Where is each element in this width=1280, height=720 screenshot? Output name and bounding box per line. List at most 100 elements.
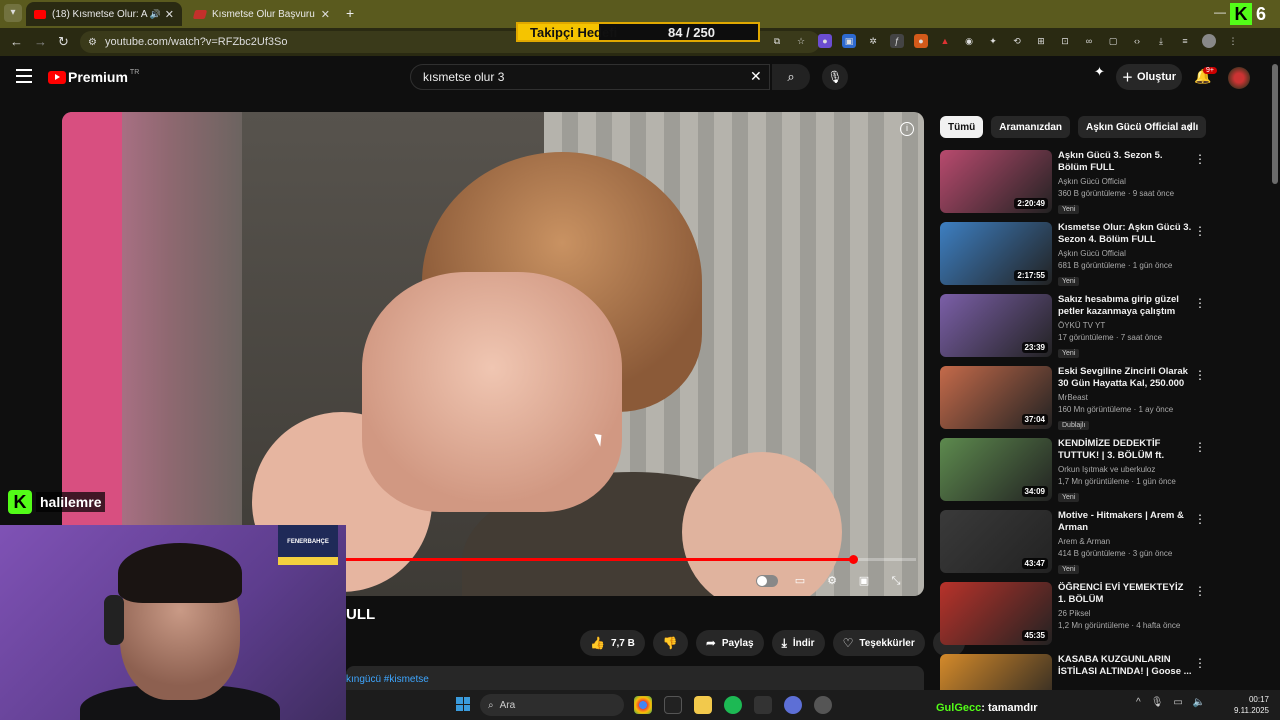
extension-icon[interactable]: ✲ [866, 34, 880, 48]
back-icon[interactable]: ← [10, 34, 23, 49]
create-button[interactable]: ＋ Oluştur [1116, 64, 1182, 90]
dislike-button[interactable]: 👎 [652, 630, 688, 656]
video-title[interactable]: Motive - Hitmakers | Arem & Arman [1058, 510, 1194, 534]
video-thumbnail[interactable]: 43:47 [940, 510, 1052, 573]
close-tab-icon[interactable]: ✕ [321, 8, 330, 21]
chrome-icon[interactable] [634, 696, 652, 714]
chevron-right-icon[interactable]: › [1188, 120, 1192, 135]
video-thumbnail[interactable]: 37:04 [940, 366, 1052, 429]
channel-name[interactable]: MrBeast [1058, 393, 1194, 402]
video-title[interactable]: ÖĞRENCİ EVİ YEMEKTEYİZ 1. BÖLÜM [1058, 582, 1194, 606]
miniplayer-icon[interactable]: ▣ [854, 572, 874, 590]
video-thumbnail[interactable]: 23:39 [940, 294, 1052, 357]
download-button[interactable]: ⤓ İndir [771, 630, 825, 656]
more-vertical-icon[interactable]: ⋮ [1194, 512, 1206, 526]
like-button[interactable]: 👍 7,7 B [580, 630, 645, 656]
video-title[interactable]: Sakız hesabıma girip güzel petler kazanm… [1058, 294, 1194, 318]
recommendation-item[interactable]: 2:17:55 Kısmetse Olur: Aşkın Gücü 3. Sezo… [940, 222, 1220, 294]
video-title[interactable]: KENDİMİZE DEDEKTİF TUTTUK! | 3. BÖLÜM ft… [1058, 438, 1194, 462]
spotify-icon[interactable] [724, 696, 742, 714]
tab-list-button[interactable]: ▾ [4, 4, 22, 22]
channel-name[interactable]: Arem & Arman [1058, 537, 1194, 546]
video-title[interactable]: KASABA KUZGUNLARIN İSTİLASI ALTINDA! | G… [1058, 654, 1194, 678]
chip-from-search[interactable]: Aramanızdan [991, 116, 1071, 138]
forward-icon[interactable]: → [34, 34, 47, 49]
recommendation-item[interactable]: 34:09 KENDİMİZE DEDEKTİF TUTTUK! | 3. BÖL… [940, 438, 1220, 510]
extension-icon[interactable]: ▲ [938, 34, 952, 48]
download-icon[interactable]: ⤓ [1154, 34, 1168, 48]
file-explorer-icon[interactable] [694, 696, 712, 714]
profile-avatar-icon[interactable] [1202, 34, 1216, 48]
mic-tray-icon[interactable]: 🎙 [1151, 697, 1164, 708]
extension-icon[interactable]: ⊡ [1058, 34, 1072, 48]
channel-name[interactable]: ÖYKÜ TV YT [1058, 321, 1194, 330]
video-thumbnail[interactable]: 34:09 [940, 438, 1052, 501]
link-icon[interactable]: ∞ [1082, 34, 1096, 48]
exit-fullscreen-icon[interactable]: ⤡ [886, 572, 906, 590]
more-vertical-icon[interactable]: ⋮ [1194, 440, 1206, 454]
more-vertical-icon[interactable]: ⋮ [1194, 656, 1206, 670]
autoplay-toggle[interactable] [756, 575, 778, 587]
volume-icon[interactable]: 🔈 [1193, 697, 1205, 708]
install-app-icon[interactable]: ⧉ [770, 34, 784, 48]
recommendation-item[interactable]: 23:39 Sakız hesabıma girip güzel petler k… [940, 294, 1220, 366]
more-vertical-icon[interactable]: ⋮ [1194, 152, 1206, 166]
close-tab-icon[interactable]: ✕ [165, 8, 174, 21]
more-vertical-icon[interactable]: ⋮ [1194, 224, 1206, 238]
account-avatar[interactable] [1228, 67, 1250, 89]
recommendation-item[interactable]: 43:47 Motive - Hitmakers | Arem & Arman Ar… [940, 510, 1220, 582]
speaker-icon[interactable]: 🔊 [150, 9, 161, 20]
video-title[interactable]: Eski Sevgiline Zincirli Olarak 30 Gün Ha… [1058, 366, 1194, 390]
extension-icon[interactable]: ● [818, 34, 832, 48]
extension-icon[interactable]: ▢ [1106, 34, 1120, 48]
chip-all[interactable]: Tümü [940, 116, 984, 138]
bookmark-star-icon[interactable]: ☆ [794, 34, 808, 48]
minimize-icon[interactable]: — [1214, 5, 1226, 19]
video-title[interactable]: Aşkın Gücü 3. Sezon 5. Bölüm FULL [1058, 150, 1194, 174]
cast-icon[interactable]: ✦ [1094, 64, 1105, 80]
site-info-icon[interactable]: ⚙ [88, 37, 97, 48]
channel-name[interactable]: Aşkın Gücü Official [1058, 249, 1194, 258]
extension-icon[interactable]: ◉ [962, 34, 976, 48]
video-thumbnail[interactable]: 2:20:49 [940, 150, 1052, 213]
clear-search-icon[interactable]: ✕ [750, 68, 762, 85]
menu-icon[interactable] [16, 69, 32, 83]
settings-gear-icon[interactable]: ⚙ [822, 572, 842, 590]
extension-icon[interactable]: ƒ [890, 34, 904, 48]
extension-icon[interactable]: ● [914, 34, 928, 48]
more-vertical-icon[interactable]: ⋮ [1194, 296, 1206, 310]
network-icon[interactable]: ▭ [1173, 697, 1182, 708]
app-icon[interactable] [664, 696, 682, 714]
chevron-up-icon[interactable]: ^ [1136, 697, 1141, 708]
channel-name[interactable]: 26 Piksel [1058, 609, 1194, 618]
search-input[interactable]: kısmetse olur 3 [410, 64, 770, 90]
history-icon[interactable]: ⟲ [1010, 34, 1024, 48]
video-title[interactable]: Kısmetse Olur: Aşkın Gücü 3. Sezon 4. Bö… [1058, 222, 1194, 246]
obs-icon[interactable] [784, 696, 802, 714]
progress-bar[interactable] [346, 555, 916, 564]
terminal-icon[interactable] [754, 696, 772, 714]
video-thumbnail[interactable]: 2:17:55 [940, 222, 1052, 285]
reload-icon[interactable]: ↻ [58, 34, 69, 50]
tab-youtube-video[interactable]: (18) Kısmetse Olur: Aşkın G 🔊 ✕ [26, 2, 182, 26]
subtitles-icon[interactable]: ▭ [790, 572, 810, 590]
code-icon[interactable]: ‹› [1130, 34, 1144, 48]
system-clock[interactable]: 00:17 9.11.2025 [1234, 694, 1269, 716]
search-button[interactable]: ⌕ [772, 64, 810, 90]
start-button-icon[interactable] [456, 697, 470, 711]
voice-search-button[interactable]: 🎙 [822, 64, 848, 90]
channel-name[interactable]: Orkun Işıtmak ve uberkuloz [1058, 465, 1194, 474]
new-tab-button[interactable]: + [346, 5, 354, 21]
taskbar-search[interactable]: ⌕ Ara [480, 694, 624, 716]
info-icon[interactable]: i [900, 122, 914, 136]
extension-icon[interactable]: ⊞ [1034, 34, 1048, 48]
share-button[interactable]: ➦ Paylaş [695, 630, 764, 656]
thanks-button[interactable]: ♡ Teşekkürler [832, 630, 925, 656]
recommendation-item[interactable]: 37:04 Eski Sevgiline Zincirli Olarak 30 G… [940, 366, 1220, 438]
video-player[interactable]: i ▭ ⚙ ▣ ⤡ [62, 112, 924, 596]
youtube-logo[interactable]: Premium TR [48, 69, 139, 85]
description-hashtags[interactable]: kıngücü #kismetse [346, 674, 429, 685]
page-scrollbar[interactable] [1272, 64, 1278, 184]
more-vertical-icon[interactable]: ⋮ [1194, 368, 1206, 382]
video-thumbnail[interactable]: 45:35 [940, 582, 1052, 645]
